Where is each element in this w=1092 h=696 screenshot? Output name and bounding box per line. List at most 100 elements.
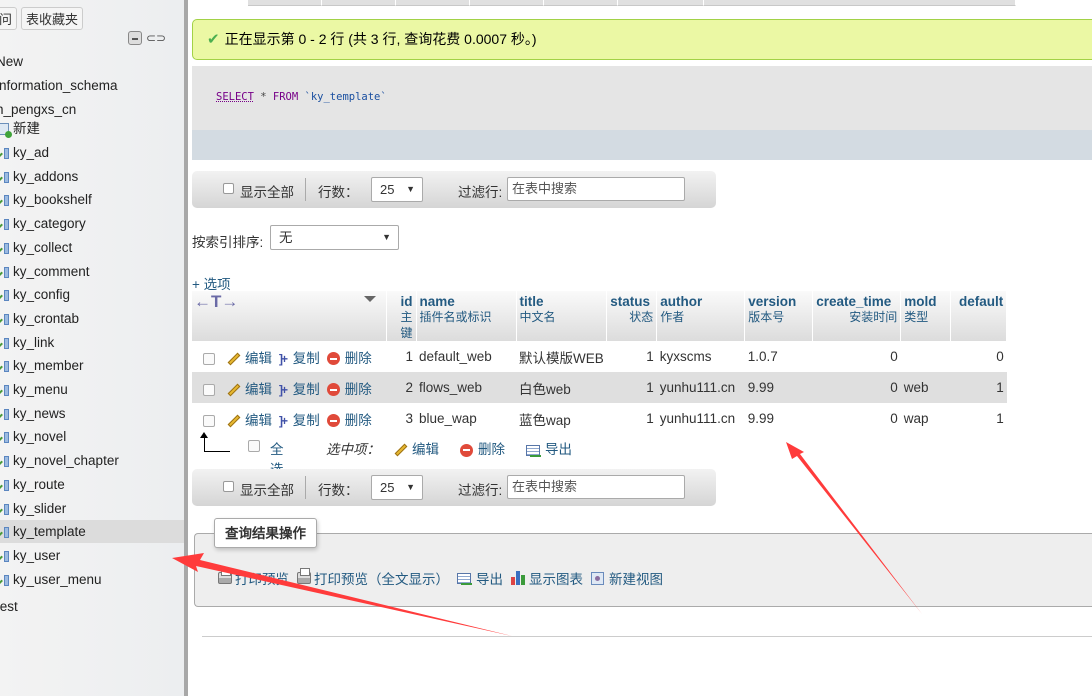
- rows-select[interactable]: 25 ▼: [371, 177, 423, 202]
- row-checkbox[interactable]: [203, 383, 215, 396]
- column-header-author[interactable]: author 作者: [656, 291, 746, 341]
- column-arrows-icon[interactable]: ←T→: [194, 292, 238, 312]
- show-all-label[interactable]: 显示全部: [240, 479, 294, 499]
- cell-create-time[interactable]: 0: [813, 341, 901, 372]
- sidebar-table-item[interactable]: ky_category: [0, 212, 184, 235]
- db-item-new[interactable]: New: [0, 50, 180, 73]
- column-header-default[interactable]: default: [950, 291, 1008, 341]
- sort-select[interactable]: 无 ▼: [270, 225, 399, 250]
- copy-row-button[interactable]: ]+ 复制: [279, 351, 320, 366]
- column-name[interactable]: title: [520, 294, 604, 309]
- recent-button[interactable]: 问: [0, 7, 18, 30]
- cell-mold[interactable]: wap: [901, 403, 951, 434]
- bulk-edit-button[interactable]: 编辑: [394, 438, 439, 458]
- sidebar-table-item[interactable]: ky_member: [0, 354, 184, 377]
- cell-version[interactable]: 1.0.7: [745, 341, 813, 372]
- column-name[interactable]: id: [390, 294, 413, 309]
- column-header-id[interactable]: id 主键: [386, 291, 417, 341]
- cell-id[interactable]: 1: [386, 341, 416, 372]
- delete-row-button[interactable]: 删除: [326, 351, 372, 366]
- sidebar-table-item[interactable]: ky_novel: [0, 425, 184, 448]
- tab[interactable]: [470, 0, 544, 6]
- column-name[interactable]: create_time: [816, 294, 897, 309]
- tab[interactable]: [248, 0, 322, 6]
- edit-row-button[interactable]: 编辑: [227, 382, 272, 397]
- column-name[interactable]: version: [748, 294, 809, 309]
- sidebar-table-item[interactable]: ky_ad: [0, 141, 184, 164]
- row-checkbox[interactable]: [203, 414, 215, 427]
- delete-row-button[interactable]: 删除: [326, 413, 372, 428]
- cell-author[interactable]: yunhu111.cn: [657, 403, 745, 434]
- dropdown-triangle-icon[interactable]: [363, 296, 376, 302]
- create-view-link[interactable]: 新建视图: [591, 568, 663, 588]
- copy-row-button[interactable]: ]+ 复制: [279, 382, 320, 397]
- print-full-link[interactable]: 打印预览（全文显示）: [297, 568, 449, 588]
- cell-mold[interactable]: web: [900, 372, 951, 403]
- cell-name[interactable]: default_web: [416, 341, 516, 372]
- sql-select-keyword[interactable]: SELECT: [216, 91, 254, 103]
- options-link[interactable]: + 选项: [192, 273, 231, 293]
- edit-row-button[interactable]: 编辑: [227, 351, 272, 366]
- tab[interactable]: [544, 0, 618, 6]
- sidebar-table-item[interactable]: ky_bookshelf: [0, 188, 184, 211]
- bulk-export-button[interactable]: 导出: [526, 438, 572, 458]
- db-item-information-schema[interactable]: information_schema: [0, 74, 180, 97]
- cell-default[interactable]: 0: [951, 341, 1007, 372]
- show-all-checkbox[interactable]: [223, 183, 234, 194]
- column-header-title[interactable]: title 中文名: [516, 291, 608, 341]
- column-name[interactable]: default: [954, 294, 1003, 309]
- cell-id[interactable]: 2: [386, 372, 416, 403]
- cell-title[interactable]: 蓝色wap: [516, 403, 607, 434]
- sidebar-table-item[interactable]: ky_menu: [0, 378, 184, 401]
- sidebar-table-item[interactable]: ky_collect: [0, 236, 184, 259]
- sidebar-table-item[interactable]: ky_link: [0, 331, 184, 354]
- tab[interactable]: [322, 0, 396, 6]
- cell-version[interactable]: 9.99: [744, 372, 813, 403]
- cell-status[interactable]: 1: [606, 372, 657, 403]
- favorites-button[interactable]: 表收藏夹: [21, 7, 84, 30]
- column-name[interactable]: name: [420, 294, 513, 309]
- delete-row-button[interactable]: 删除: [326, 382, 372, 397]
- db-item-test[interactable]: test: [0, 595, 180, 618]
- cell-status[interactable]: 1: [607, 403, 657, 434]
- copy-row-button[interactable]: ]+ 复制: [279, 413, 320, 428]
- show-all-checkbox[interactable]: [223, 481, 234, 492]
- tab[interactable]: [704, 0, 1016, 6]
- sidebar-table-item[interactable]: ky_news: [0, 402, 184, 425]
- cell-author[interactable]: yunhu111.cn: [656, 372, 745, 403]
- bulk-delete-button[interactable]: 删除: [460, 438, 505, 458]
- sidebar-table-item[interactable]: ky_comment: [0, 260, 184, 283]
- cell-version[interactable]: 9.99: [745, 403, 813, 434]
- sidebar-table-item[interactable]: ky_novel_chapter: [0, 449, 184, 472]
- link-icon[interactable]: ⊂⊃: [146, 31, 166, 45]
- sidebar-table-item[interactable]: ky_route: [0, 473, 184, 496]
- row-checkbox[interactable]: [203, 352, 215, 365]
- cell-default[interactable]: 1: [951, 403, 1007, 434]
- cell-author[interactable]: kyxscms: [657, 341, 745, 372]
- column-header-version[interactable]: version 版本号: [744, 291, 814, 341]
- new-table-item[interactable]: 新建: [0, 117, 184, 140]
- collapse-all-icon[interactable]: [128, 31, 142, 45]
- cell-title[interactable]: 默认模版WEB: [516, 341, 607, 372]
- sidebar-table-item[interactable]: ky_crontab: [0, 307, 184, 330]
- cell-id[interactable]: 3: [386, 403, 416, 434]
- column-header-create-time[interactable]: create_time 安装时间: [812, 291, 902, 341]
- column-header-name[interactable]: name 插件名或标识: [416, 291, 517, 341]
- cell-create-time[interactable]: 0: [813, 403, 901, 434]
- sidebar-table-item[interactable]: ky_slider: [0, 497, 184, 520]
- show-all-label[interactable]: 显示全部: [240, 181, 294, 201]
- sidebar-table-item[interactable]: ky_config: [0, 283, 184, 306]
- cell-mold[interactable]: [901, 341, 951, 372]
- select-all-checkbox[interactable]: [248, 440, 260, 452]
- column-name[interactable]: status: [610, 294, 653, 309]
- edit-row-button[interactable]: 编辑: [227, 413, 272, 428]
- sidebar-table-item[interactable]: ky_user_menu: [0, 568, 184, 591]
- sidebar-table-item[interactable]: ky_addons: [0, 165, 184, 188]
- show-chart-link[interactable]: 显示图表: [511, 568, 583, 588]
- sidebar-table-item[interactable]: ky_user: [0, 544, 184, 567]
- filter-rows-input[interactable]: 在表中搜索: [507, 177, 685, 201]
- column-header-status[interactable]: status 状态: [606, 291, 658, 341]
- cell-default[interactable]: 1: [950, 372, 1007, 403]
- cell-name[interactable]: blue_wap: [416, 403, 516, 434]
- tab[interactable]: [618, 0, 704, 6]
